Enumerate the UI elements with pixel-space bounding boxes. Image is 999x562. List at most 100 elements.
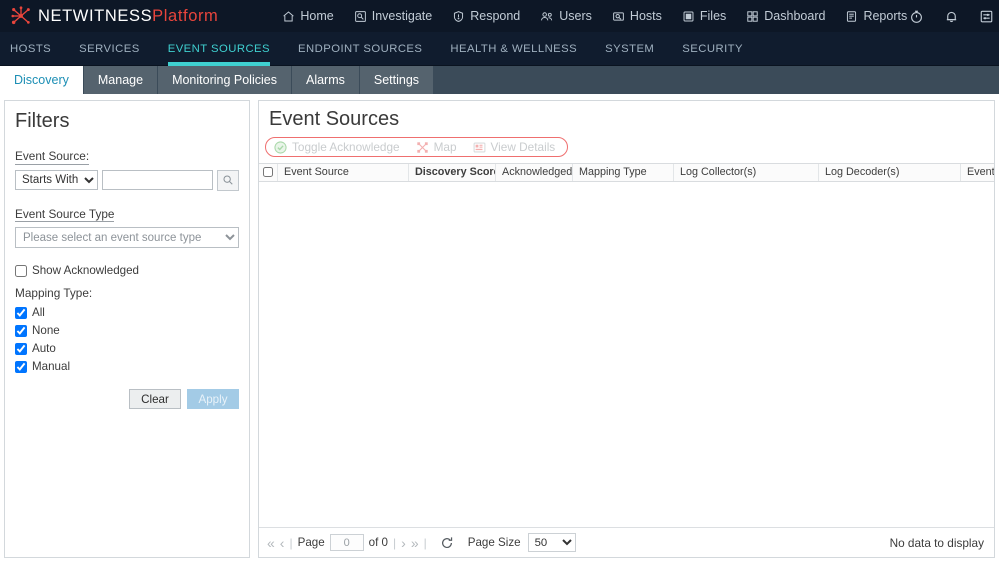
view-details-button[interactable]: View Details — [473, 140, 556, 154]
subnav-label-health-wellness: HEALTH & WELLNESS — [450, 43, 577, 55]
view-details-label: View Details — [491, 140, 556, 154]
nav-label-dashboard: Dashboard — [764, 9, 825, 23]
column-label-log-decoders: Log Decoder(s) — [825, 166, 899, 178]
column-header-log-decoders[interactable]: Log Decoder(s) — [819, 164, 961, 181]
event-source-input[interactable] — [102, 170, 213, 190]
brand-text: NETWITNESSPlatform — [38, 8, 218, 25]
subnav-item-services[interactable]: SERVICES — [79, 32, 140, 66]
mapping-type-row-none[interactable]: None — [15, 324, 239, 337]
tab-label-manage: Manage — [98, 73, 143, 87]
hosts-icon — [612, 10, 625, 23]
map-label: Map — [434, 140, 457, 154]
page-number-input[interactable] — [330, 534, 364, 551]
column-label-event-source: Event Source — [284, 166, 349, 178]
select-all-header-cell[interactable] — [259, 164, 278, 181]
double-chevron-right-icon[interactable]: » — [411, 536, 419, 550]
column-header-mapping-type[interactable]: Mapping Type — [573, 164, 674, 181]
work-area: Filters Event Source: Starts With Contai… — [0, 94, 999, 562]
pager-divider-2: | — [393, 536, 396, 550]
tab-manage[interactable]: Manage — [84, 66, 158, 94]
brand-logo-area[interactable]: NETWITNESSPlatform — [10, 5, 218, 27]
subnav-item-health-wellness[interactable]: HEALTH & WELLNESS — [450, 32, 577, 66]
tab-label-discovery: Discovery — [14, 73, 69, 87]
tab-discovery[interactable]: Discovery — [0, 66, 84, 94]
nav-label-investigate: Investigate — [372, 9, 432, 23]
mapping-type-checkbox-none[interactable] — [15, 325, 27, 337]
home-icon — [282, 10, 295, 23]
users-icon — [540, 10, 554, 23]
nav-item-reports[interactable]: Reports — [845, 9, 907, 23]
event-source-type-select[interactable]: Please select an event source type — [15, 227, 239, 248]
tab-monitoring-policies[interactable]: Monitoring Policies — [158, 66, 292, 94]
show-acknowledged-row[interactable]: Show Acknowledged — [15, 264, 239, 277]
toggle-acknowledge-button[interactable]: Toggle Acknowledge — [274, 140, 400, 154]
double-chevron-left-icon[interactable]: « — [267, 536, 275, 550]
nav-item-users[interactable]: Users — [540, 9, 592, 23]
subnav-item-hosts[interactable]: HOSTS — [10, 32, 51, 66]
mapping-type-row-manual[interactable]: Manual — [15, 360, 239, 373]
primary-navigation: Home Investigate Respond Users — [282, 9, 907, 23]
tab-settings[interactable]: Settings — [360, 66, 434, 94]
event-source-filter-row: Starts With Contains Ends With Equals — [15, 170, 239, 191]
subnav-item-endpoint-sources[interactable]: ENDPOINT SOURCES — [298, 32, 422, 66]
nav-item-home[interactable]: Home — [282, 9, 333, 23]
event-source-label: Event Source: — [15, 149, 89, 165]
tab-alarms[interactable]: Alarms — [292, 66, 360, 94]
mapping-type-checkbox-auto[interactable] — [15, 343, 27, 355]
nav-item-dashboard[interactable]: Dashboard — [746, 9, 825, 23]
event-sources-panel: Event Sources Toggle Acknowledge — [258, 100, 995, 558]
investigate-icon — [354, 10, 367, 23]
column-header-log-collectors[interactable]: Log Collector(s) — [674, 164, 819, 181]
subnav-item-system[interactable]: SYSTEM — [605, 32, 654, 66]
nav-item-hosts[interactable]: Hosts — [612, 9, 662, 23]
chevron-right-icon[interactable]: › — [401, 536, 406, 550]
search-button[interactable] — [217, 170, 239, 191]
mapping-type-checkbox-manual[interactable] — [15, 361, 27, 373]
tab-strip: Discovery Manage Monitoring Policies Ala… — [0, 66, 999, 94]
reports-icon — [845, 10, 858, 23]
column-header-acknowledged[interactable]: Acknowledged — [496, 164, 573, 181]
netwitness-logo-icon — [10, 5, 32, 27]
map-button[interactable]: Map — [416, 140, 457, 154]
mapping-type-row-all[interactable]: All — [15, 306, 239, 319]
column-label-log-collectors: Log Collector(s) — [680, 166, 756, 178]
column-header-event-source-group[interactable]: Event Sour — [961, 164, 995, 181]
filters-panel: Filters Event Source: Starts With Contai… — [4, 100, 250, 558]
pagination-controls: « ‹ | Page of 0 | › » | — [267, 534, 454, 551]
timer-icon[interactable] — [907, 0, 925, 32]
nav-label-hosts: Hosts — [630, 9, 662, 23]
tasks-icon[interactable] — [977, 0, 995, 32]
page-size-label: Page Size — [468, 536, 521, 549]
column-header-discovery-score[interactable]: Discovery Score ^ — [409, 164, 496, 181]
subnav-item-security[interactable]: SECURITY — [682, 32, 743, 66]
grid-header-row: Event Source Discovery Score ^ Acknowled… — [259, 163, 994, 182]
tab-label-settings: Settings — [374, 73, 419, 87]
pager-divider-1: | — [289, 536, 292, 550]
select-all-checkbox[interactable] — [263, 167, 273, 177]
map-nodes-icon — [416, 141, 429, 154]
nav-label-respond: Respond — [470, 9, 520, 23]
bell-icon[interactable] — [942, 0, 960, 32]
header-action-icons: admin — [907, 0, 999, 32]
column-label-acknowledged: Acknowledged — [502, 166, 572, 178]
column-label-mapping-type: Mapping Type — [579, 166, 647, 178]
refresh-icon[interactable] — [440, 536, 454, 550]
apply-button[interactable]: Apply — [187, 389, 239, 409]
nav-item-files[interactable]: Files — [682, 9, 726, 23]
mapping-type-checkbox-all[interactable] — [15, 307, 27, 319]
no-data-message: No data to display — [890, 536, 984, 550]
column-header-event-source[interactable]: Event Source — [278, 164, 409, 181]
mapping-type-label-auto: Auto — [32, 342, 56, 355]
page-size-select[interactable]: 50 25 100 — [528, 533, 576, 552]
subnav-label-event-sources: EVENT SOURCES — [168, 43, 270, 55]
clear-button[interactable]: Clear — [129, 389, 181, 409]
filters-title: Filters — [15, 110, 239, 133]
mapping-type-row-auto[interactable]: Auto — [15, 342, 239, 355]
nav-item-respond[interactable]: Respond — [452, 9, 520, 23]
subnav-item-event-sources[interactable]: EVENT SOURCES — [168, 32, 270, 66]
chevron-left-icon[interactable]: ‹ — [280, 536, 285, 550]
view-details-icon — [473, 141, 486, 154]
nav-item-investigate[interactable]: Investigate — [354, 9, 432, 23]
match-mode-select[interactable]: Starts With Contains Ends With Equals — [15, 170, 98, 190]
show-acknowledged-checkbox[interactable] — [15, 265, 27, 277]
